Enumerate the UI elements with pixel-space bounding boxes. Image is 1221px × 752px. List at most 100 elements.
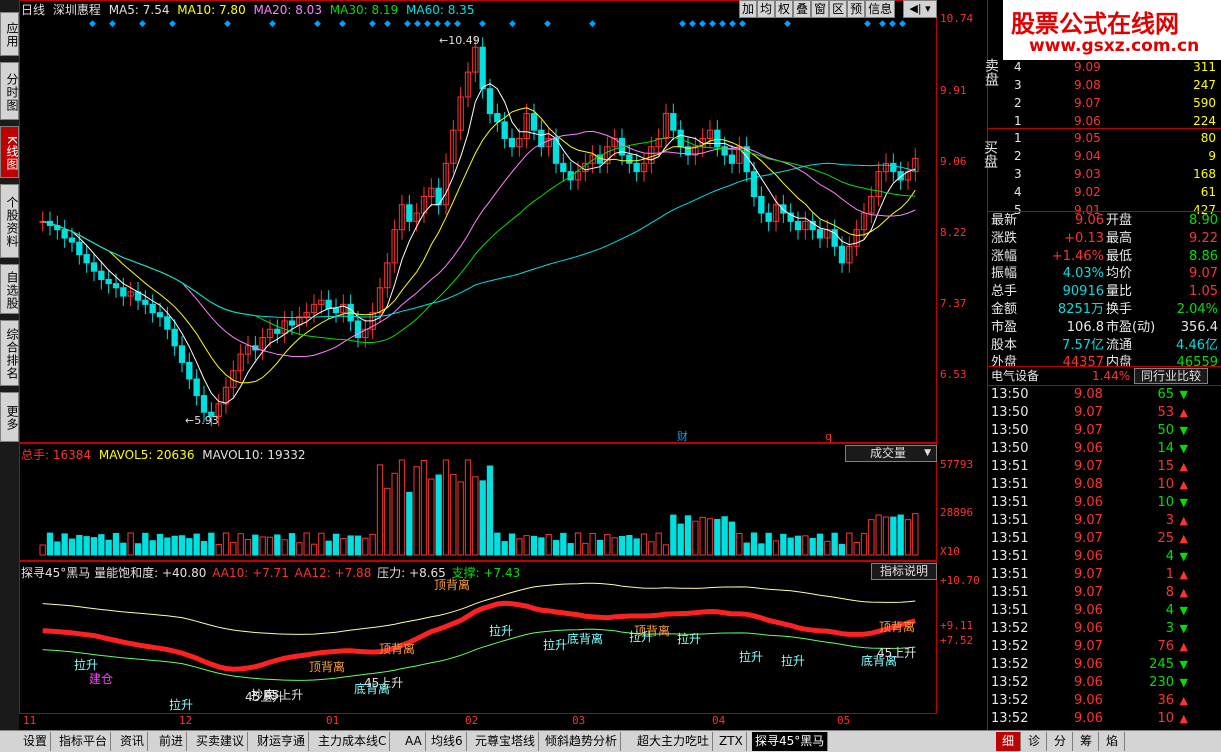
volume-bar	[787, 537, 794, 556]
bottom-tab-6[interactable]: 主力成本线C	[315, 732, 391, 751]
left-tab-1[interactable]: 分时图	[0, 62, 19, 120]
quote-label: 量比	[1106, 284, 1133, 300]
q-marker: q	[825, 430, 832, 443]
x-axis-label: 01	[326, 714, 340, 727]
volume-bar	[222, 532, 230, 556]
tick-price: 9.07	[1074, 459, 1103, 474]
candle-body	[794, 220, 802, 231]
toolbar-button-4[interactable]: 窗	[811, 0, 830, 18]
volume-bar	[208, 532, 215, 556]
indicator-signal-label: 拉升	[489, 623, 513, 638]
volume-bar	[252, 534, 259, 556]
bottom-tab-11[interactable]: 超大主力吃吐	[634, 732, 714, 751]
industry-compare-button[interactable]: 同行业比较	[1134, 368, 1209, 384]
volume-bar	[340, 537, 347, 556]
left-tab-3[interactable]: 个股资料	[0, 184, 19, 258]
sell-volume: 311	[1193, 60, 1216, 74]
toolbar-button-1[interactable]: 均	[757, 0, 776, 18]
signal-diamond-icon: ◆	[864, 19, 871, 29]
right-tab-4[interactable]: 焰	[1100, 732, 1126, 751]
tick-price: 9.06	[1074, 621, 1103, 636]
toolbar-button-5[interactable]: 区	[829, 0, 848, 18]
x-axis-label: 05	[837, 714, 851, 727]
volume-bar	[824, 540, 831, 556]
tick-volume: 53	[1157, 405, 1174, 420]
bottom-tab-8[interactable]: 均线6	[428, 732, 467, 751]
sound-dropdown[interactable]: ◀| ▾	[903, 0, 937, 18]
candle-body	[61, 229, 68, 239]
bottom-tab-9[interactable]: 元尊宝塔线	[472, 732, 540, 751]
tick-price: 9.07	[1074, 639, 1103, 654]
quote-label: 金额	[991, 302, 1018, 317]
quote-label: 最新	[991, 213, 1018, 228]
toolbar-button-6[interactable]: 预	[847, 0, 866, 18]
volume-bar	[435, 474, 442, 556]
toolbar-button-7[interactable]: 信息	[865, 0, 896, 18]
volume-bar	[552, 540, 560, 556]
volume-bar	[281, 539, 288, 556]
arrow-up-icon: ▲	[1179, 532, 1188, 545]
bottom-tab-1[interactable]: 指标平台	[56, 732, 112, 751]
candle-body	[780, 204, 787, 214]
volume-bar	[794, 535, 802, 556]
bottom-tab-13[interactable]: 探寻45°黑马	[752, 732, 829, 751]
left-tab-6[interactable]: 更多	[0, 392, 19, 442]
bottom-tab-3[interactable]: 前进	[156, 732, 188, 751]
buy-level: 1	[1014, 131, 1022, 145]
sell-row[interactable]: 3 9.08 247	[988, 76, 1221, 94]
volume-bar	[457, 481, 464, 556]
candle-body	[142, 299, 149, 305]
bottom-tab-2[interactable]: 资讯	[117, 732, 149, 751]
left-tab-5[interactable]: 综合排名	[0, 320, 19, 386]
candle-body	[200, 395, 208, 413]
arrow-down-icon: ▼	[1179, 388, 1188, 401]
tick-volume: 230	[1149, 675, 1174, 690]
candle-body	[626, 154, 633, 164]
candle-body	[325, 299, 332, 310]
right-tab-3[interactable]: 筹	[1074, 732, 1100, 751]
volume-bar	[464, 459, 472, 556]
volume-bar	[560, 532, 567, 556]
buy-row[interactable]: 1 9.05 80	[988, 129, 1221, 147]
right-tab-2[interactable]: 分	[1048, 732, 1074, 751]
volume-bar	[288, 533, 296, 556]
signal-diamond-icon: ◆	[689, 19, 696, 29]
candle-body	[105, 278, 112, 285]
toolbar-button-0[interactable]: 加	[739, 0, 758, 18]
volume-bar	[897, 514, 904, 556]
right-tab-1[interactable]: 诊	[1022, 732, 1048, 751]
indicator-signal-label: 45上升	[245, 690, 284, 704]
left-tab-0[interactable]: 应用	[0, 12, 19, 56]
buy-row[interactable]: 2 9.04 9	[988, 147, 1221, 165]
kline-chart-area[interactable]: 日线 深圳惠程 MA5: 7.54 MA10: 7.80 MA20: 8.03 …	[19, 0, 986, 730]
right-tab-0[interactable]: 细	[996, 732, 1022, 751]
arrow-up-icon: ▲	[1179, 406, 1188, 419]
signal-diamond-icon: ◆	[424, 19, 431, 29]
bottom-tab-10[interactable]: 倾斜趋势分析	[542, 732, 622, 751]
toolbar-button-2[interactable]: 权	[775, 0, 794, 18]
x-axis-label: 12	[179, 714, 193, 727]
ma30-line	[42, 137, 916, 343]
toolbar-button-3[interactable]: 叠	[793, 0, 812, 18]
candlestick-svg[interactable]: ◆ ◆ ◆ ◆ ◆ ◆ ◆ ◆ ◆ ◆ ◆ ◆ ◆ ◆ ◆ ◆ ◆ ◆ ◆ ◆ ◆ ◆ ◆ ◆ ◆ ◆ ◆ ◆ ◆ ◆ ◆ ◆←10.49←5…	[19, 0, 937, 443]
volume-bar	[684, 515, 692, 556]
quote-label: 振幅	[991, 266, 1018, 282]
volume-bar	[750, 532, 758, 556]
bottom-tab-5[interactable]: 财运亨通	[254, 732, 310, 751]
sell-row[interactable]: 2 9.07 590	[988, 94, 1221, 112]
left-tab-2[interactable]: K线图	[0, 126, 19, 178]
left-tab-4[interactable]: 自选股	[0, 264, 19, 314]
sell-row[interactable]: 4 9.09 311	[988, 58, 1221, 76]
bottom-tab-0[interactable]: 设置	[20, 732, 52, 751]
buy-row[interactable]: 3 9.03 168	[988, 165, 1221, 183]
buy-row[interactable]: 4 9.02 61	[988, 183, 1221, 201]
bottom-tab-12[interactable]: ZTX	[716, 732, 747, 751]
candle-body	[728, 154, 736, 164]
tick-row: 13:51 9.06 4 ▼	[988, 548, 1221, 566]
bottom-tab-4[interactable]: 买卖建议	[193, 732, 249, 751]
bottom-tab-7[interactable]: AA	[402, 732, 426, 751]
tick-row: 13:50 9.08 65 ▼	[988, 386, 1221, 404]
volume-bar	[428, 478, 435, 556]
buy-volume: 168	[1193, 167, 1216, 181]
volume-bar	[574, 532, 582, 556]
